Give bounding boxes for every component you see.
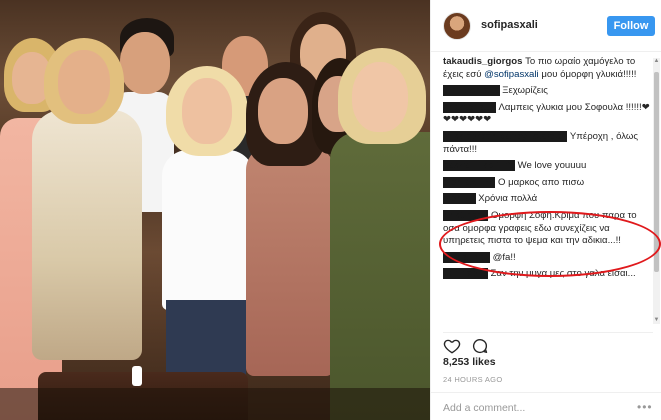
speech-bubble-icon[interactable] <box>471 337 489 355</box>
comment-item: _aina_ng_ @fa!! <box>443 251 653 265</box>
comment-username-redacted[interactable]: missperpenicandy_stardoll <box>443 130 568 142</box>
comment-text: Σαν την μυγα μες στο γαλα εισαι... <box>490 268 636 280</box>
comment-text: We love youuuu <box>517 160 587 172</box>
comment-text: μου όμορφη γλυκιά!!!!! <box>538 68 637 80</box>
comment-text: @fa!! <box>492 251 516 263</box>
comment-text: Ο μαρκος απο πισω <box>497 176 585 188</box>
likes-count[interactable]: 8,253 likes <box>443 356 496 368</box>
comment-item: pasvalii_sofi_fp We love youuuu <box>443 160 653 173</box>
comment-text: Χρόνια πολλά <box>478 193 538 205</box>
scrollbar-thumb[interactable] <box>654 72 659 272</box>
comment-username-redacted[interactable]: _aina_ng_ <box>443 251 490 263</box>
comment-username-redacted[interactable]: eleniali <box>443 193 476 205</box>
comment-item: takaudis_giorgos Το πιο ωραίο χαμόγελο τ… <box>443 56 653 81</box>
comment-mention[interactable]: @sofipasxali <box>484 69 539 80</box>
comment-item-highlighted: hristina15 Ομορφη Σοφη.Κριμα που παρα το… <box>443 209 653 248</box>
comment-username[interactable]: takaudis_giorgos <box>443 56 522 67</box>
post-photo[interactable] <box>0 0 430 420</box>
post-actions <box>443 332 653 355</box>
comment-username-redacted[interactable]: eleniak_the <box>443 176 496 188</box>
comment-text: Ξεχωρίζεις <box>502 85 548 97</box>
comment-item: eleniak_the Ο μαρκος απο πισω <box>443 176 653 190</box>
comment-item: dimitrsnia_a Ξεχωρίζεις <box>443 85 653 98</box>
comment-item: missperpenicandy_stardoll Υπέροχη , όλως… <box>443 130 653 156</box>
add-comment-input[interactable] <box>443 400 623 416</box>
post-username[interactable]: sofipasxali <box>481 19 538 31</box>
comments-scrollbar[interactable]: ▲ ▼ <box>653 58 660 324</box>
post-header: sofipasxali Follow <box>431 0 661 52</box>
post-timestamp[interactable]: 24 HOURS AGO <box>443 375 502 384</box>
comment-item: korinaelia Σαν την μυγα μες στο γαλα εισ… <box>443 268 653 281</box>
scroll-down-arrow-icon[interactable]: ▼ <box>653 317 660 324</box>
comment-username-redacted[interactable]: korinaelia <box>443 268 488 280</box>
heart-outline-icon[interactable] <box>443 337 461 355</box>
avatar[interactable] <box>443 12 471 40</box>
comment-item: eleniali Χρόνια πολλά <box>443 193 653 206</box>
scroll-up-arrow-icon[interactable]: ▲ <box>653 58 660 65</box>
comment-username-redacted[interactable]: dimitrsnia_a <box>443 85 500 97</box>
table-edge <box>0 388 430 420</box>
comment-item: anestchauk Λαμπεις γλυκια μου Σοφουλα !!… <box>443 101 653 127</box>
follow-button[interactable]: Follow <box>607 16 655 36</box>
post-side-panel: sofipasxali Follow takaudis_giorgos Το π… <box>430 0 661 420</box>
cake-candle <box>132 366 142 386</box>
ellipsis-icon[interactable]: ••• <box>637 401 653 413</box>
add-comment-bar: ••• <box>431 392 661 420</box>
comments-list: takaudis_giorgos Το πιο ωραίο χαμόγελο τ… <box>443 56 653 326</box>
comment-username-redacted[interactable]: hristina15 <box>443 209 489 221</box>
comment-username-redacted[interactable]: anestchauk <box>443 101 496 113</box>
comment-username-redacted[interactable]: pasvalii_sofi_fp <box>443 160 515 172</box>
